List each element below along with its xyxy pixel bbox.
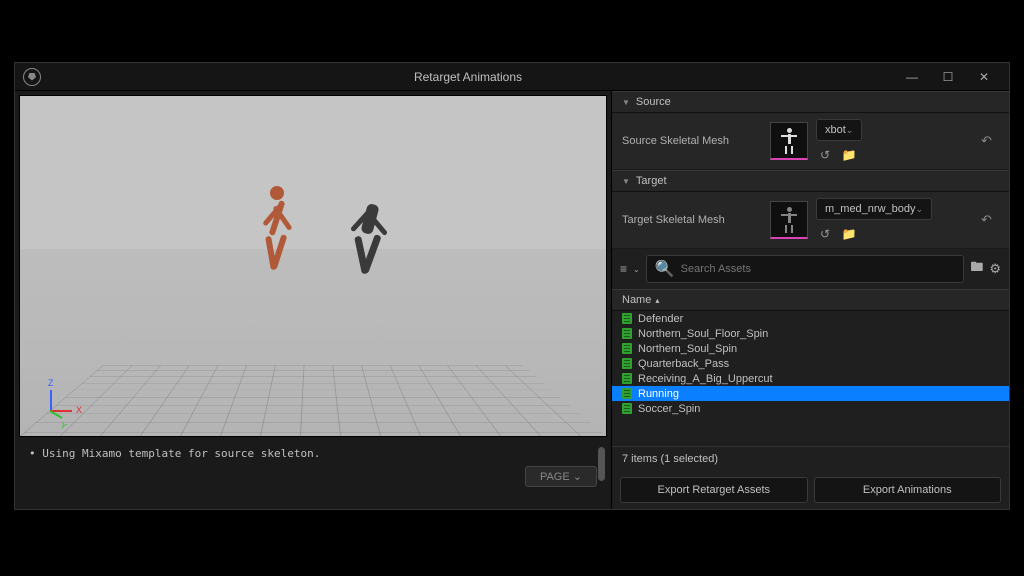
filter-icon[interactable]: ≡ [620, 262, 627, 276]
asset-item-label: Quarterback_Pass [638, 358, 729, 370]
animation-asset-icon [622, 343, 632, 354]
search-input[interactable] [681, 263, 956, 275]
target-mesh-dropdown[interactable]: m_med_nrw_body ⌄ [816, 198, 932, 220]
asset-item-label: Northern_Soul_Spin [638, 343, 737, 355]
chevron-down-icon[interactable]: ⌄ [633, 265, 640, 274]
target-character-preview [340, 194, 400, 324]
asset-list[interactable]: Defender Northern_Soul_Floor_Spin Northern… [612, 311, 1009, 446]
target-section-header[interactable]: ▼ Target [612, 170, 1009, 192]
viewport-grid [20, 365, 606, 436]
search-icon: 🔍 [655, 259, 675, 279]
browse-icon[interactable]: 📁 [840, 147, 858, 163]
name-column-label: Name [622, 294, 651, 306]
target-mesh-value: m_med_nrw_body [825, 203, 916, 215]
asset-item-label: Soccer_Spin [638, 403, 700, 415]
page-button[interactable]: PAGE ⌄ [525, 466, 597, 487]
source-section-label: Source [636, 96, 671, 108]
search-box[interactable]: 🔍 [646, 255, 965, 283]
reset-arrow-icon[interactable]: ↶ [981, 212, 999, 228]
sort-ascending-icon: ▴ [655, 296, 659, 305]
asset-item-label: Northern_Soul_Floor_Spin [638, 328, 768, 340]
window-controls: — ☐ ✕ [895, 66, 1001, 88]
animation-asset-icon [622, 313, 632, 324]
asset-item[interactable]: Soccer_Spin [612, 401, 1009, 416]
source-mesh-thumbnail[interactable] [770, 122, 808, 160]
right-pane: ▼ Source Source Skeletal Mesh xbot ⌄ ↺ [611, 91, 1009, 509]
source-mesh-dropdown[interactable]: xbot ⌄ [816, 119, 862, 141]
export-button-row: Export Retarget Assets Export Animations [612, 471, 1009, 509]
left-pane: Using Mixamo template for source skeleto… [15, 91, 611, 509]
save-icon[interactable]: 🖿 [970, 258, 983, 280]
name-column-header[interactable]: Name ▴ [612, 289, 1009, 311]
source-section-header[interactable]: ▼ Source [612, 91, 1009, 113]
retarget-animations-window: Retarget Animations — ☐ ✕ [14, 62, 1010, 510]
target-mesh-label: Target Skeletal Mesh [622, 214, 762, 226]
animation-asset-icon [622, 388, 632, 399]
scrollbar-thumb[interactable] [598, 447, 605, 481]
log-line: Using Mixamo template for source skeleto… [29, 447, 597, 460]
asset-browser-toolbar: ≡ ⌄ 🔍 🖿 ⚙ [612, 249, 1009, 289]
animation-asset-icon [622, 328, 632, 339]
asset-item-label: Receiving_A_Big_Uppercut [638, 373, 773, 385]
asset-item[interactable]: Defender [612, 311, 1009, 326]
browse-icon[interactable]: 📁 [840, 226, 858, 242]
chevron-down-icon: ⌄ [916, 204, 924, 215]
asset-item-label: Defender [638, 313, 683, 325]
minimize-button[interactable]: — [895, 66, 929, 88]
asset-item[interactable]: Quarterback_Pass [612, 356, 1009, 371]
unreal-engine-logo-icon [23, 68, 41, 86]
export-animations-button[interactable]: Export Animations [814, 477, 1002, 503]
collapse-arrow-icon: ▼ [622, 177, 630, 186]
axis-gizmo [38, 382, 74, 418]
use-selected-icon[interactable]: ↺ [816, 147, 834, 163]
source-skeletal-mesh-row: Source Skeletal Mesh xbot ⌄ ↺ 📁 [612, 113, 1009, 170]
status-text: 7 items (1 selected) [612, 446, 1009, 471]
source-mesh-label: Source Skeletal Mesh [622, 135, 762, 147]
source-mesh-value: xbot [825, 124, 846, 136]
use-selected-icon[interactable]: ↺ [816, 226, 834, 242]
chevron-down-icon: ⌄ [846, 125, 854, 136]
settings-gear-icon[interactable]: ⚙ [989, 261, 1001, 277]
animation-asset-icon [622, 373, 632, 384]
window-title: Retarget Animations [41, 70, 895, 84]
source-character-preview [250, 186, 310, 326]
asset-item[interactable]: Running [612, 386, 1009, 401]
animation-asset-icon [622, 358, 632, 369]
close-button[interactable]: ✕ [967, 66, 1001, 88]
asset-item[interactable]: Receiving_A_Big_Uppercut [612, 371, 1009, 386]
maximize-button[interactable]: ☐ [931, 66, 965, 88]
figure-icon [781, 207, 797, 233]
chevron-down-icon: ⌄ [573, 471, 582, 483]
reset-arrow-icon[interactable]: ↶ [981, 133, 999, 149]
titlebar: Retarget Animations — ☐ ✕ [15, 63, 1009, 91]
collapse-arrow-icon: ▼ [622, 98, 630, 107]
preview-viewport[interactable] [19, 95, 607, 437]
axis-z-icon [50, 390, 52, 412]
asset-item[interactable]: Northern_Soul_Floor_Spin [612, 326, 1009, 341]
target-mesh-thumbnail[interactable] [770, 201, 808, 239]
asset-item-label: Running [638, 388, 679, 400]
asset-item[interactable]: Northern_Soul_Spin [612, 341, 1009, 356]
figure-icon [781, 128, 797, 154]
body-area: Using Mixamo template for source skeleto… [15, 91, 1009, 509]
target-skeletal-mesh-row: Target Skeletal Mesh m_med_nrw_body ⌄ ↺ … [612, 192, 1009, 249]
output-log: Using Mixamo template for source skeleto… [19, 441, 607, 505]
page-button-label: PAGE [540, 471, 570, 483]
animation-asset-icon [622, 403, 632, 414]
target-section-label: Target [636, 175, 667, 187]
export-retarget-assets-button[interactable]: Export Retarget Assets [620, 477, 808, 503]
